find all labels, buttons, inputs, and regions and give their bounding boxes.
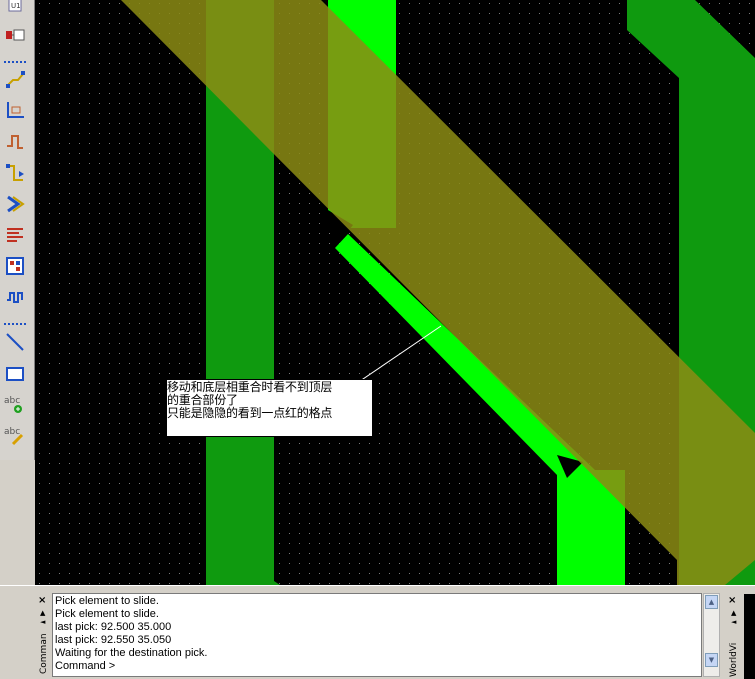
bottom-panel: × ▲ ◄ Comman Pick element to slide. Pick … xyxy=(0,585,755,679)
annotation-note: 移动和底层相重合时看不到顶层 的重合部份了 只能是隐隐的看到一点红的格点 xyxy=(166,379,373,437)
chip-icon[interactable]: U1 xyxy=(3,0,27,18)
dimension-icon[interactable] xyxy=(3,98,27,122)
command-window-title: Comman xyxy=(39,633,49,674)
worldview-close-icon[interactable]: × xyxy=(728,596,736,606)
edit-text-label: abc xyxy=(4,427,20,437)
toolbar-separator xyxy=(4,61,28,63)
scroll-up-icon[interactable]: ▲ xyxy=(705,595,718,609)
command-line: Pick element to slide. xyxy=(55,595,159,607)
annotation-line-3: 只能是隐隐的看到一点红的格点 xyxy=(167,406,333,420)
grid-icon[interactable] xyxy=(3,254,27,278)
layers-icon[interactable] xyxy=(3,223,27,247)
svg-text:U1: U1 xyxy=(11,2,21,10)
tune-icon[interactable] xyxy=(3,285,27,309)
command-line: last pick: 92.500 35.000 xyxy=(55,621,172,633)
add-text-label: abc xyxy=(4,396,20,406)
line-icon[interactable] xyxy=(3,330,27,354)
component-icon[interactable] xyxy=(3,23,27,47)
command-line: Pick element to slide. xyxy=(55,608,159,620)
pcb-drawing xyxy=(35,0,755,585)
scroll-down-icon[interactable]: ▼ xyxy=(705,653,718,667)
left-toolbar: U1 abc abc xyxy=(0,0,35,460)
command-prompt[interactable]: Command > xyxy=(55,660,699,673)
toolbar-empty-area xyxy=(0,460,35,585)
command-close-icon[interactable]: × xyxy=(38,596,46,606)
route-track-icon[interactable] xyxy=(3,67,27,91)
trace-shape-icon[interactable] xyxy=(3,130,27,154)
toolbar-separator xyxy=(4,323,28,325)
connect-icon[interactable] xyxy=(3,161,27,185)
drc-icon[interactable] xyxy=(3,192,27,216)
add-text-icon[interactable]: abc xyxy=(3,392,27,416)
worldview-view[interactable] xyxy=(744,594,755,679)
command-scrollbar[interactable]: ▲ ▼ xyxy=(703,593,720,677)
command-line: Waiting for the destination pick. xyxy=(55,647,208,659)
worldview-dock-arrows-icon[interactable]: ▲ ◄ xyxy=(731,609,736,627)
worldview-panel: × ▲ ◄ WorldVi xyxy=(724,593,744,678)
command-dock-arrows-icon[interactable]: ▲ ◄ xyxy=(40,609,45,627)
worldview-title: WorldVi xyxy=(729,642,739,677)
command-output[interactable]: Pick element to slide. Pick element to s… xyxy=(52,593,702,677)
rectangle-icon[interactable] xyxy=(3,362,27,386)
pcb-canvas[interactable]: 移动和底层相重合时看不到顶层 的重合部份了 只能是隐隐的看到一点红的格点 xyxy=(35,0,755,585)
edit-text-icon[interactable]: abc xyxy=(3,423,27,447)
command-line: last pick: 92.550 35.050 xyxy=(55,634,172,646)
